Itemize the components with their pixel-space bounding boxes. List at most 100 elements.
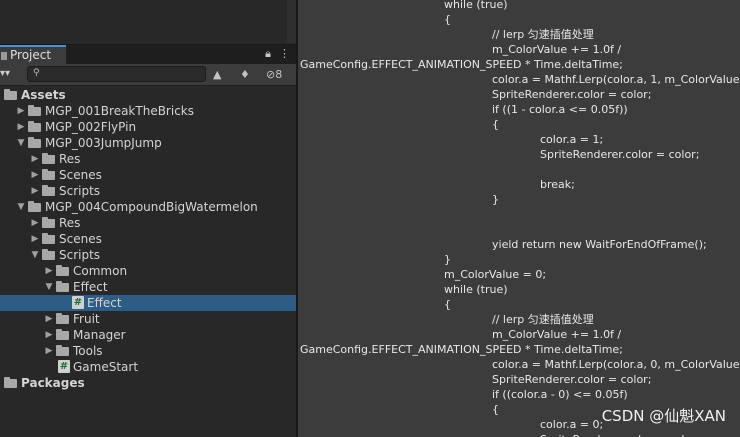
- code-line: while (true): [444, 283, 508, 296]
- code-line: GameConfig.EFFECT_ANIMATION_SPEED * Time…: [300, 343, 623, 356]
- tree-item-folder[interactable]: ▶ Scenes: [0, 231, 296, 247]
- code-line: m_ColorValue = 0;: [444, 268, 547, 281]
- code-line: }: [444, 253, 451, 266]
- tree-item-label: Scripts: [59, 184, 101, 198]
- search-icon: ⚲: [33, 68, 40, 78]
- chevron-right-icon[interactable]: ▶: [44, 263, 54, 279]
- upper-panel-scrollbar[interactable]: [287, 0, 296, 43]
- tree-item-label: MGP_004CompoundBigWatermelon: [45, 200, 258, 214]
- tree-item-folder[interactable]: ▶ Manager: [0, 327, 296, 343]
- tree-item-label: Res: [59, 216, 81, 230]
- code-line: SpriteRenderer.color = color;: [492, 88, 652, 101]
- tree-item-folder[interactable]: ▼ Effect: [0, 279, 296, 295]
- tree-item-label: Scenes: [59, 168, 102, 182]
- code-line: {: [492, 118, 499, 131]
- tree-item-folder[interactable]: ▶ Fruit: [0, 311, 296, 327]
- tree-item-label: Assets: [21, 88, 66, 102]
- tree-item-folder[interactable]: ▼ MGP_004CompoundBigWatermelon: [0, 199, 296, 215]
- tab-project-label: Project: [10, 48, 52, 62]
- folder-icon: [4, 89, 17, 100]
- folder-icon: [56, 345, 69, 356]
- code-line: // lerp 匀速插值处理: [492, 313, 594, 326]
- tree-item-label: Packages: [21, 376, 85, 390]
- folder-icon: [42, 233, 55, 244]
- chevron-down-icon[interactable]: ▼: [30, 247, 40, 263]
- watermark: CSDN @仙魁XAN: [601, 407, 726, 425]
- chevron-right-icon[interactable]: ▶: [44, 311, 54, 327]
- tree-item-label: Manager: [73, 328, 126, 342]
- chevron-right-icon[interactable]: ▶: [44, 327, 54, 343]
- upper-panel: [0, 0, 296, 43]
- chevron-down-icon[interactable]: ▼: [16, 135, 26, 151]
- tree-item-label: Scripts: [59, 248, 101, 262]
- code-line: m_ColorValue += 1.0f /: [492, 328, 622, 341]
- code-line: color.a = 0;: [540, 418, 604, 431]
- code-line: color.a = Mathf.Lerp(color.a, 1, m_Color…: [492, 73, 740, 86]
- code-line: if ((color.a - 0) <= 0.05f): [492, 388, 628, 401]
- tree-item-folder[interactable]: ▶Packages: [0, 375, 296, 391]
- folder-icon: [42, 249, 55, 260]
- chevron-right-icon[interactable]: ▶: [30, 167, 40, 183]
- tree-item-folder[interactable]: ▶ Common: [0, 263, 296, 279]
- tree-item-folder[interactable]: ▶ MGP_001BreakTheBricks: [0, 103, 296, 119]
- chevron-down-icon[interactable]: ▼: [16, 199, 26, 215]
- lock-icon[interactable]: 🔒︎: [265, 47, 271, 60]
- folder-icon: [56, 313, 69, 324]
- csharp-script-icon: #: [72, 296, 84, 309]
- tree-item-script[interactable]: # GameStart: [0, 359, 296, 375]
- code-line: m_ColorValue += 1.0f /: [492, 43, 622, 56]
- tree-item-label: Effect: [73, 280, 108, 294]
- chevron-right-icon[interactable]: ▶: [44, 343, 54, 359]
- code-line: }: [492, 193, 499, 206]
- tab-actions: 🔒︎ ⋮: [257, 47, 290, 61]
- chevron-right-icon[interactable]: ▶: [16, 119, 26, 135]
- tree-item-folder[interactable]: ▶ MGP_002FlyPin: [0, 119, 296, 135]
- code-line: if ((1 - color.a <= 0.05f)): [492, 103, 628, 116]
- code-line: color.a = 1;: [540, 133, 604, 146]
- folder-icon: [28, 121, 41, 132]
- folder-icon: [28, 137, 41, 148]
- tree-item-label: MGP_002FlyPin: [45, 120, 137, 134]
- tree-item-folder[interactable]: ▼ Scripts: [0, 247, 296, 263]
- chevron-right-icon[interactable]: ▶: [30, 183, 40, 199]
- chevron-down-icon[interactable]: ▼: [44, 279, 54, 295]
- chevron-right-icon[interactable]: ▶: [16, 103, 26, 119]
- tree-item-folder[interactable]: ▶ Scripts: [0, 183, 296, 199]
- hidden-packages-button[interactable]: ⊘8: [266, 67, 282, 82]
- code-line: SpriteRenderer.color = color;: [492, 373, 652, 386]
- tree-item-label: Fruit: [73, 312, 100, 326]
- folder-icon: [28, 201, 41, 212]
- tree-item-folder[interactable]: ▶ Res: [0, 151, 296, 167]
- tree-item-folder[interactable]: ▶ Tools: [0, 343, 296, 359]
- folder-icon: [56, 265, 69, 276]
- tree-item-label: Tools: [73, 344, 103, 358]
- tree-item-script[interactable]: # Effect: [0, 295, 296, 311]
- kebab-menu-icon[interactable]: ⋮: [279, 47, 290, 60]
- tree-item-folder[interactable]: ▼Assets: [0, 87, 296, 103]
- chevron-right-icon[interactable]: ▶: [30, 215, 40, 231]
- tree-item-folder[interactable]: ▼ MGP_003JumpJump: [0, 135, 296, 151]
- tree-item-label: Common: [73, 264, 128, 278]
- tree-item-label: MGP_001BreakTheBricks: [45, 104, 194, 118]
- tab-project[interactable]: Project: [0, 45, 66, 65]
- code-line: while (true): [444, 0, 508, 11]
- tree-item-folder[interactable]: ▶ Res: [0, 215, 296, 231]
- tree-item-folder[interactable]: ▶ Scenes: [0, 167, 296, 183]
- chevron-right-icon[interactable]: ▶: [30, 231, 40, 247]
- code-line: // lerp 匀速插值处理: [492, 28, 594, 41]
- create-dropdown[interactable]: ▾▾: [0, 68, 10, 79]
- search-input[interactable]: ⚲: [27, 66, 206, 82]
- filter-by-type-icon[interactable]: ▲: [213, 67, 221, 82]
- folder-icon: [28, 105, 41, 116]
- filter-by-label-icon[interactable]: ♦: [240, 67, 250, 82]
- tree-item-label: GameStart: [73, 360, 139, 374]
- code-line: SpriteRenderer.color = color;: [540, 432, 699, 437]
- folder-icon: [56, 329, 69, 340]
- code-line: yield return new WaitForEndOfFrame();: [492, 238, 707, 251]
- code-line: {: [444, 13, 451, 26]
- hidden-packages-icon: ⊘: [266, 68, 276, 81]
- chevron-right-icon[interactable]: ▶: [30, 151, 40, 167]
- folder-icon: [42, 153, 55, 164]
- tree-item-label: Effect: [87, 296, 122, 310]
- folder-icon: [42, 185, 55, 196]
